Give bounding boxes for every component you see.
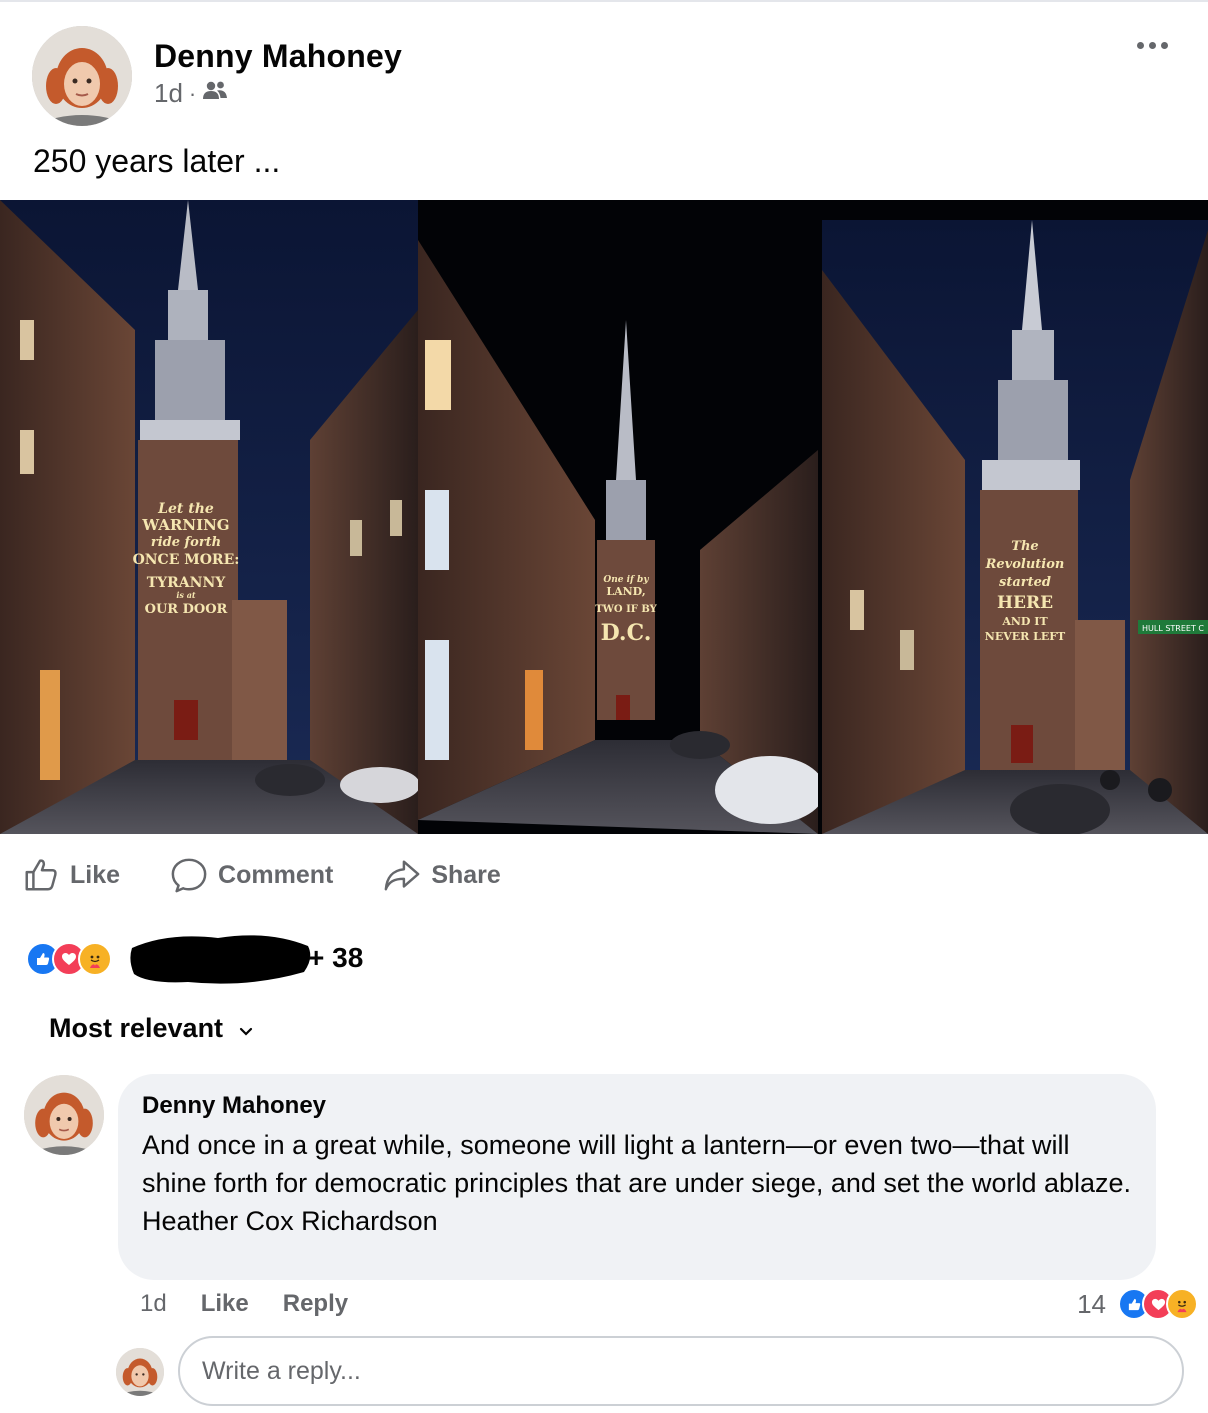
reaction-icons [1118,1288,1198,1320]
comment-signature: Heather Cox Richardson [142,1206,438,1236]
more-options-icon[interactable] [1132,30,1172,60]
comment-reply-button[interactable]: Reply [283,1290,348,1318]
projection-line: NEVER LEFT [985,630,1066,643]
comment-author[interactable]: Denny Mahoney [142,1092,1132,1120]
comment-reactions[interactable]: 14 [1077,1288,1198,1320]
street-sign-text: HULL STREET C [1142,624,1204,633]
separator-dot: · [188,80,197,106]
projection-line: started [999,575,1051,590]
comment-label: Comment [218,860,334,889]
comment-sort-dropdown[interactable]: Most relevant [49,1013,253,1044]
projection-line: The [1011,539,1038,554]
like-label: Like [70,860,121,889]
reply-input[interactable] [178,1336,1184,1406]
avatar-image [24,1075,104,1155]
projection-line: ONCE MORE: [133,552,240,568]
sort-label: Most relevant [49,1013,224,1043]
comment-button[interactable]: Comment [170,856,333,894]
reaction-summary[interactable] [26,938,112,980]
commenter-avatar[interactable] [24,1075,104,1155]
chevron-down-icon [239,1013,253,1044]
photo-panel-3: The Revolution started HERE AND IT NEVER… [818,200,1208,834]
projection-line: TWO IF BY [595,604,657,615]
friends-icon [202,78,228,109]
comment-reaction-count: 14 [1077,1288,1106,1319]
comment-bubble: Denny Mahoney And once in a great while,… [118,1074,1156,1280]
projection-line: ride forth [151,535,221,550]
care-reaction-icon [78,942,112,976]
avatar-image [116,1348,164,1396]
projection-line: TYRANNY [147,575,227,591]
projection-line: LAND, [606,585,645,598]
projection-line: OUR DOOR [145,602,228,617]
author-avatar[interactable] [32,26,132,126]
projection-line: WARNING [141,516,229,534]
share-button[interactable]: Share [383,856,501,894]
care-reaction-icon [1166,1288,1198,1320]
comment-meta: 1d Like Reply [140,1290,382,1318]
projection-line: AND IT [1001,615,1048,628]
post-meta: 1d · [154,78,228,109]
comment-body: And once in a great while, someone will … [142,1130,1132,1198]
reaction-others-count[interactable]: + 38 [308,942,363,974]
share-icon [384,860,420,891]
post-author-name[interactable]: Denny Mahoney [154,38,402,75]
projection-line: D.C. [601,620,652,646]
church-projection-collage: Let the WARNING ride forth ONCE MORE: TY… [0,200,1208,834]
share-label: Share [431,860,501,889]
post-text: 250 years later ... [33,143,281,179]
post-action-bar: Like Comment Share [22,850,551,900]
projection-line: Let the [157,501,214,517]
current-user-avatar [116,1348,164,1396]
facebook-post: Denny Mahoney 1d · 250 years later ... L… [0,0,1208,1413]
comment-icon [171,858,207,893]
photo-panel-1: Let the WARNING ride forth ONCE MORE: TY… [0,200,420,834]
avatar-image [32,26,132,126]
reaction-icons [26,942,112,976]
projection-line: One if by [603,575,649,585]
projection-line: HERE [997,593,1053,613]
post-photo[interactable]: Let the WARNING ride forth ONCE MORE: TY… [0,200,1208,834]
thumbs-up-icon [25,859,57,891]
divider [0,0,1208,2]
comment-time[interactable]: 1d [140,1290,167,1318]
comment-like-button[interactable]: Like [201,1290,249,1318]
redaction-scribble [130,935,311,984]
like-button[interactable]: Like [22,856,120,894]
photo-panel-2: One if by LAND, TWO IF BY D.C. [418,200,825,834]
post-time[interactable]: 1d [154,78,183,109]
projection-line: is at [176,590,196,600]
projection-line: Revolution [985,557,1065,572]
